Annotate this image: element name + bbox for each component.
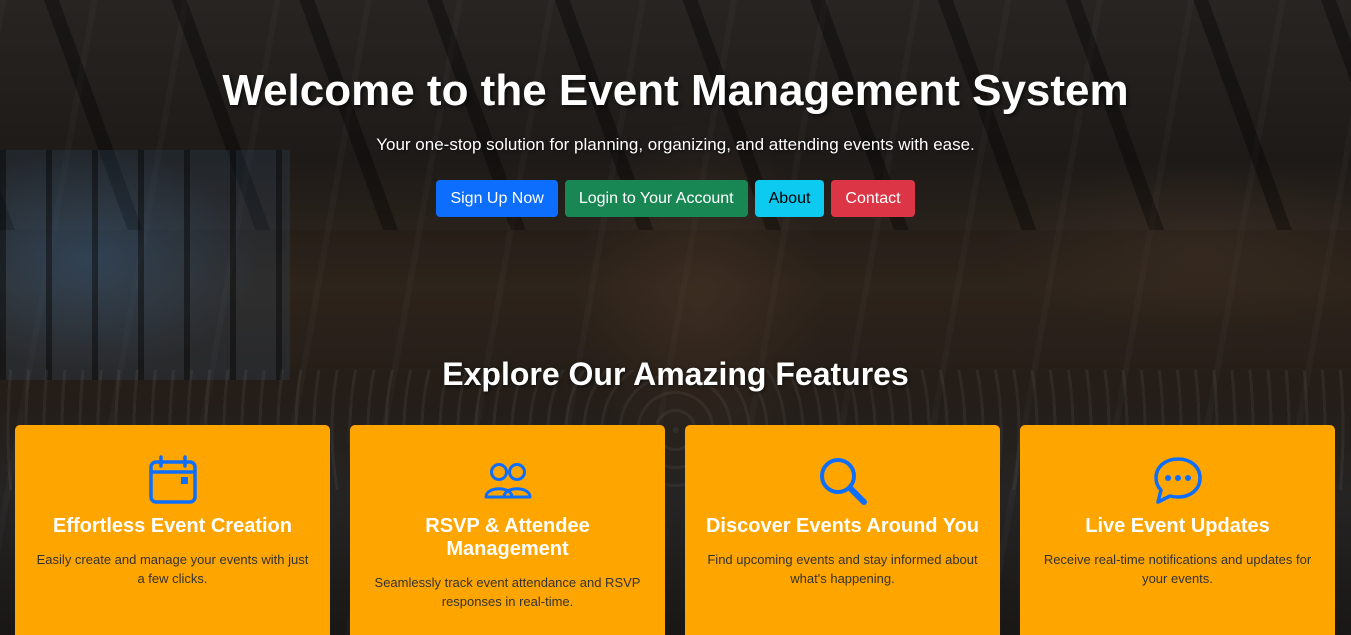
search-icon <box>819 458 867 505</box>
feature-title: Live Event Updates <box>1085 515 1270 537</box>
feature-description: Seamlessly track event attendance and RS… <box>374 575 641 609</box>
hero-section: Welcome to the Event Management System Y… <box>0 0 1351 635</box>
feature-card-live-updates: Live Event Updates Receive real-time not… <box>1020 425 1335 635</box>
contact-button[interactable]: Contact <box>831 180 915 217</box>
feature-title: RSVP & Attendee Management <box>425 515 590 560</box>
feature-card-event-creation: Effortless Event Creation Easily create … <box>15 425 330 635</box>
feature-title: Effortless Event Creation <box>53 515 292 537</box>
cta-button-group: Sign Up Now Login to Your Account About … <box>0 180 1351 217</box>
features-heading: Explore Our Amazing Features <box>442 356 909 392</box>
calendar-icon <box>148 455 197 504</box>
people-icon <box>484 463 531 499</box>
feature-card-discover: Discover Events Around You Find upcoming… <box>685 425 1000 635</box>
feature-description: Receive real-time notifications and upda… <box>1043 552 1312 586</box>
about-button[interactable]: About <box>754 180 825 217</box>
chat-dots-icon <box>1153 457 1202 504</box>
feature-title: Discover Events Around You <box>705 515 980 537</box>
login-button[interactable]: Login to Your Account <box>564 180 748 217</box>
feature-description: Find upcoming events and stay informed a… <box>707 552 978 586</box>
sign-up-button[interactable]: Sign Up Now <box>436 180 558 217</box>
page-subtitle: Your one-stop solution for planning, org… <box>376 135 975 154</box>
feature-cards: Effortless Event Creation Easily create … <box>15 425 1335 635</box>
feature-description: Easily create and manage your events wit… <box>36 552 309 586</box>
page-title: Welcome to the Event Management System <box>222 66 1129 115</box>
feature-card-rsvp: RSVP & Attendee Management Seamlessly tr… <box>350 425 665 635</box>
